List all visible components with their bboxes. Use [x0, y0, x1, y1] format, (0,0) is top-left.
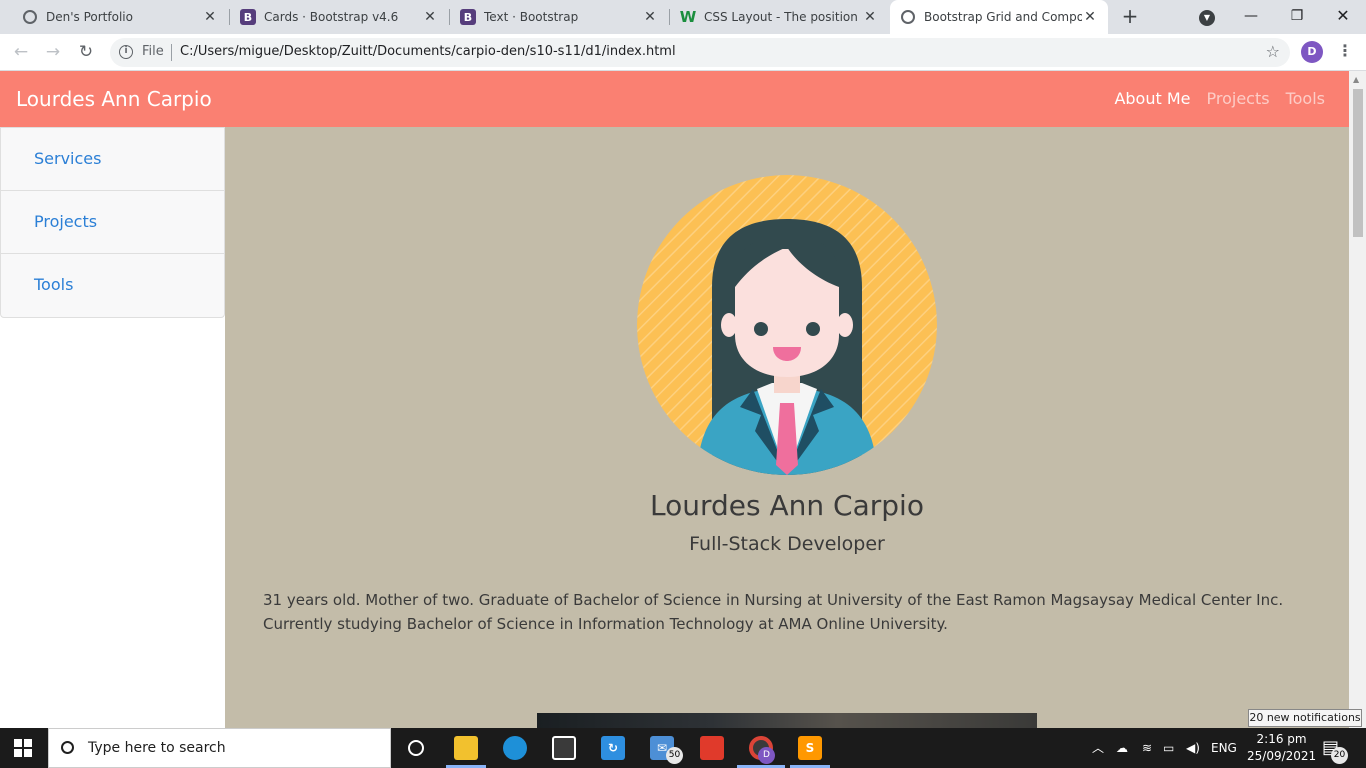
profile-name: Lourdes Ann Carpio — [650, 489, 924, 522]
clock-date: 25/09/2021 — [1247, 749, 1317, 763]
close-icon[interactable]: ✕ — [422, 9, 438, 25]
nav-link-projects[interactable]: Projects — [1207, 89, 1270, 108]
kebab-menu-icon[interactable]: ⋮ — [1337, 41, 1353, 63]
chevron-up-icon[interactable]: ︿ — [1092, 728, 1104, 768]
navbar-links: About Me Projects Tools — [1114, 89, 1325, 108]
profile-role: Full-Stack Developer — [689, 533, 885, 555]
close-icon[interactable]: ✕ — [642, 9, 658, 25]
profile-bio: 31 years old. Mother of two. Graduate of… — [263, 591, 1284, 633]
scheme-label: File — [142, 44, 164, 59]
close-icon[interactable]: ✕ — [862, 9, 878, 25]
tab-title: Bootstrap Grid and Compone — [924, 10, 1082, 24]
profile-avatar-illustration — [637, 175, 937, 475]
close-icon[interactable]: ✕ — [202, 9, 218, 25]
info-icon[interactable]: i — [119, 45, 133, 59]
windows-start-icon[interactable] — [14, 739, 32, 757]
wifi-icon[interactable]: ≋ — [1142, 728, 1152, 768]
globe-icon — [900, 9, 916, 25]
store-icon[interactable] — [552, 736, 576, 760]
tab-text-bootstrap[interactable]: B Text · Bootstrap ✕ — [450, 0, 668, 34]
cortana-icon[interactable] — [404, 736, 428, 760]
browser-toolbar: ← → ↻ i File C:/Users/migue/Desktop/Zuit… — [0, 34, 1366, 71]
edge-icon[interactable] — [503, 736, 527, 760]
profile-avatar[interactable]: D — [1301, 41, 1323, 63]
scroll-up-icon[interactable]: ▲ — [1353, 75, 1359, 84]
omnibox-divider — [171, 44, 172, 61]
bookmark-star-icon[interactable]: ☆ — [1266, 42, 1280, 61]
restore-button[interactable]: ❐ — [1274, 0, 1320, 34]
minimize-button[interactable]: — — [1228, 0, 1274, 34]
tab-title: Den's Portfolio — [46, 10, 133, 24]
vertical-scrollbar[interactable]: ▲ — [1349, 71, 1366, 728]
url-text[interactable]: C:/Users/migue/Desktop/Zuitt/Documents/c… — [180, 44, 676, 59]
bootstrap-icon: B — [240, 9, 256, 25]
clock-time: 2:16 pm — [1256, 732, 1307, 746]
close-icon[interactable]: ✕ — [1082, 9, 1098, 25]
sync-app-icon[interactable]: ↻ — [601, 736, 625, 760]
scrollbar-thumb[interactable] — [1353, 89, 1363, 237]
notification-badge: 20 — [1331, 747, 1348, 764]
sidebar-item-tools[interactable]: Tools — [1, 254, 224, 317]
web-page: Lourdes Ann Carpio About Me Projects Too… — [0, 71, 1366, 728]
tab-search-icon[interactable]: ▼ — [1199, 10, 1215, 26]
tab-bootstrap-grid[interactable]: Bootstrap Grid and Compone ✕ — [890, 0, 1108, 34]
taskbar-search-placeholder: Type here to search — [88, 740, 226, 756]
mail-badge: 50 — [666, 747, 683, 764]
site-navbar: Lourdes Ann Carpio About Me Projects Too… — [0, 71, 1349, 127]
w3schools-icon: W — [679, 8, 697, 26]
project-image — [537, 713, 1037, 728]
reload-icon[interactable]: ↻ — [74, 40, 98, 64]
globe-icon — [22, 9, 38, 25]
sidebar-item-services[interactable]: Services — [1, 128, 224, 191]
system-clock[interactable]: 2:16 pm 25/09/2021 — [1247, 731, 1316, 765]
chrome-profile-badge: D — [758, 747, 775, 764]
new-tab-button[interactable]: + — [1118, 4, 1142, 28]
bootstrap-icon: B — [460, 9, 476, 25]
search-icon — [61, 740, 74, 754]
battery-icon[interactable]: ▭ — [1163, 728, 1174, 768]
tab-title: CSS Layout - The position Prc — [704, 10, 862, 24]
sidebar-item-projects[interactable]: Projects — [1, 191, 224, 254]
notification-tooltip: 20 new notifications — [1248, 709, 1362, 727]
nav-link-tools[interactable]: Tools — [1286, 89, 1325, 108]
file-explorer-icon[interactable] — [454, 736, 478, 760]
navbar-brand[interactable]: Lourdes Ann Carpio — [16, 87, 212, 111]
profile-section: Lourdes Ann Carpio Full-Stack Developer … — [225, 127, 1349, 728]
language-indicator[interactable]: ENG — [1211, 728, 1237, 768]
address-bar[interactable]: i File C:/Users/migue/Desktop/Zuitt/Docu… — [110, 38, 1290, 67]
onedrive-icon[interactable]: ☁ — [1116, 728, 1128, 768]
close-window-button[interactable]: ✕ — [1320, 0, 1366, 34]
tab-css-layout[interactable]: W CSS Layout - The position Prc ✕ — [670, 0, 888, 34]
sidebar-list: Services Projects Tools — [0, 127, 225, 318]
sublime-text-icon[interactable]: S — [798, 736, 822, 760]
forward-arrow-icon[interactable]: → — [41, 40, 65, 64]
office-icon[interactable] — [700, 736, 724, 760]
tab-dens-portfolio[interactable]: Den's Portfolio ✕ — [0, 0, 228, 34]
back-arrow-icon[interactable]: ← — [9, 40, 33, 64]
tab-strip: Den's Portfolio ✕ B Cards · Bootstrap v4… — [0, 0, 1366, 34]
tab-title: Text · Bootstrap — [484, 10, 579, 24]
nav-link-about-me[interactable]: About Me — [1114, 89, 1190, 108]
tab-cards-bootstrap[interactable]: B Cards · Bootstrap v4.6 ✕ — [230, 0, 448, 34]
taskbar-search-box[interactable]: Type here to search — [48, 728, 391, 768]
windows-taskbar: Type here to search ↻ ✉ 50 D S ︿ ☁ ≋ ▭ ◀… — [0, 728, 1366, 768]
volume-icon[interactable]: ◀) — [1186, 728, 1200, 768]
tab-title: Cards · Bootstrap v4.6 — [264, 10, 399, 24]
